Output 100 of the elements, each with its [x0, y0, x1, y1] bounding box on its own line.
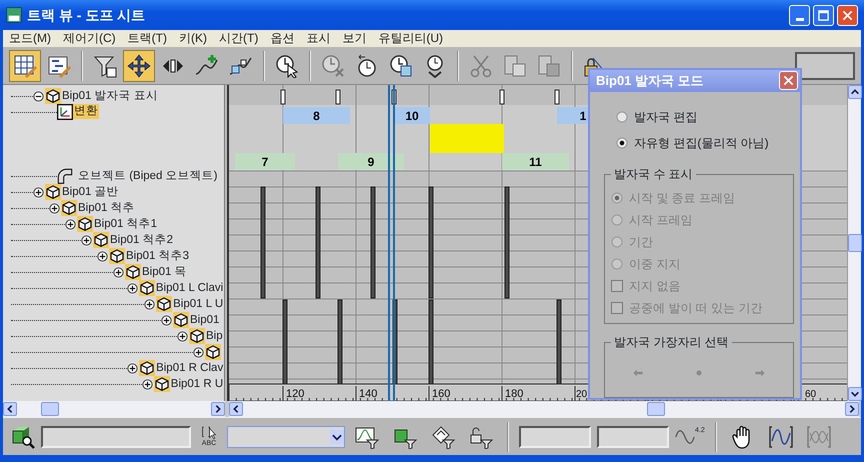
track-label[interactable]: Bip01 L U — [172, 296, 224, 312]
track-label[interactable]: 오브젝트 (Biped 오브젝트) — [77, 168, 218, 184]
menu-item[interactable]: 표시 — [300, 31, 336, 46]
track-label[interactable]: Bip01 R Clav — [155, 360, 224, 376]
scroll-down-button[interactable] — [848, 387, 862, 401]
scroll-left-button[interactable] — [3, 402, 17, 416]
vertical-scrollbar[interactable] — [847, 85, 861, 401]
track-label[interactable]: Bip01 L Clavi — [154, 280, 224, 296]
scroll-thumb[interactable] — [848, 234, 862, 252]
expand-icon[interactable] — [49, 202, 60, 214]
footstep-block[interactable]: 10 — [394, 107, 430, 124]
scroll-thumb[interactable] — [647, 402, 665, 416]
option-label: 시작 프레임 — [629, 212, 692, 229]
expand-icon[interactable] — [127, 362, 138, 374]
menu-item[interactable]: 제어기(C) — [57, 31, 122, 46]
track-label[interactable]: Bip01 척추 — [77, 200, 136, 216]
toolbar-button[interactable] — [123, 50, 155, 82]
close-button[interactable] — [779, 71, 798, 90]
dot-icon[interactable] — [696, 370, 702, 376]
cube-magnifier-icon — [11, 424, 35, 448]
radio-button[interactable] — [616, 110, 628, 123]
cube-icon — [205, 344, 221, 360]
text-field[interactable] — [597, 426, 669, 448]
minimize-button[interactable] — [789, 4, 810, 26]
track-label[interactable]: Bip — [205, 328, 224, 344]
time-slider-line[interactable] — [388, 85, 396, 401]
menu-item[interactable]: 시간(T) — [213, 31, 264, 46]
cube-icon — [156, 296, 172, 312]
radio-button[interactable] — [616, 136, 628, 149]
expand-icon[interactable] — [33, 186, 44, 198]
maximize-icon — [818, 10, 829, 20]
bars-pencil-icon — [47, 54, 71, 78]
scroll-right-button[interactable] — [211, 402, 225, 416]
scroll-left-button[interactable] — [229, 402, 243, 416]
funnel-icon — [93, 54, 117, 78]
cube-icon — [139, 360, 156, 376]
option-label: 공중에 발이 떠 있는 기간 — [629, 300, 762, 317]
frame-number: 160 — [432, 388, 451, 400]
track-label[interactable]: Bip01 R U — [170, 376, 224, 392]
clock-x-icon — [321, 54, 345, 78]
horizontal-scrollbar[interactable] — [3, 401, 225, 417]
minimize-icon — [796, 18, 804, 20]
track-label[interactable]: 변환 — [73, 104, 99, 119]
expand-icon[interactable] — [193, 346, 204, 358]
track-label[interactable]: Bip01 — [189, 312, 220, 328]
clock-squares-icon — [389, 54, 413, 78]
track-label[interactable]: Bip01 골반 — [61, 184, 120, 200]
text-field[interactable] — [519, 426, 591, 448]
four-arrow-move-icon — [127, 54, 151, 78]
expand-icon[interactable] — [126, 282, 138, 294]
expand-icon[interactable] — [65, 218, 76, 230]
menu-item[interactable]: 키(K) — [173, 31, 213, 46]
cube-icon — [77, 216, 93, 232]
text-field[interactable] — [41, 426, 191, 448]
track-label[interactable]: Bip01 척추3 — [125, 248, 190, 264]
scroll-right-button[interactable] — [845, 402, 859, 416]
frame-number: 180 — [505, 388, 524, 400]
footstep-block[interactable]: 8 — [283, 107, 350, 124]
menu-item[interactable]: 유틸리티(U) — [372, 31, 449, 46]
option-label: 지지 없음 — [629, 278, 680, 295]
expand-icon[interactable] — [144, 298, 156, 310]
track-label[interactable]: Bip01 척추2 — [109, 232, 174, 248]
menu-item[interactable]: 모드(M) — [3, 31, 57, 46]
maximize-button[interactable] — [813, 4, 834, 26]
close-button[interactable] — [837, 4, 858, 26]
close-icon — [842, 10, 853, 20]
frame-number: 20 — [576, 389, 588, 400]
collapse-icon[interactable] — [33, 90, 44, 102]
copy-pages-icon — [503, 54, 527, 78]
dialog-title: Bip01 발자국 모드 — [596, 72, 704, 90]
track-label[interactable]: Bip01 목 — [141, 264, 188, 280]
cube-icon — [93, 232, 109, 248]
expand-icon[interactable] — [97, 250, 108, 262]
bracket-curves-icon — [806, 424, 831, 448]
scroll-up-button[interactable] — [848, 85, 862, 99]
menu-item[interactable]: 트랙(T) — [122, 31, 173, 46]
frame-number: 140 — [359, 388, 378, 400]
scroll-thumb[interactable] — [41, 402, 59, 416]
horizontal-scrollbar[interactable] — [229, 401, 859, 417]
footstep-block[interactable]: 11 — [502, 153, 570, 170]
option-label: 자유형 편집(물리적 아님) — [634, 134, 769, 152]
footstep-block[interactable]: 9 — [338, 153, 404, 170]
clock-cursor-icon — [275, 54, 299, 78]
cube-icon — [45, 184, 61, 200]
unlock-funnel-icon — [469, 424, 493, 448]
expand-icon[interactable] — [142, 378, 153, 390]
expand-icon[interactable] — [161, 314, 172, 326]
expand-icon[interactable] — [81, 234, 92, 246]
track-label[interactable]: Bip01 발자국 표시 — [61, 88, 159, 104]
expand-icon[interactable] — [177, 330, 188, 342]
footstep-block[interactable]: 7 — [235, 153, 296, 170]
menu-item[interactable]: 보기 — [336, 31, 372, 46]
toolbar-field[interactable] — [795, 52, 855, 80]
track-label[interactable]: Bip01 척추1 — [93, 216, 158, 232]
toolbar-button[interactable] — [9, 50, 41, 82]
cube-icon — [189, 328, 205, 344]
menu-item[interactable]: 옵션 — [264, 31, 300, 46]
expand-icon[interactable] — [113, 266, 124, 278]
grid-pencil-icon — [13, 54, 37, 78]
scissors-icon — [469, 54, 493, 78]
